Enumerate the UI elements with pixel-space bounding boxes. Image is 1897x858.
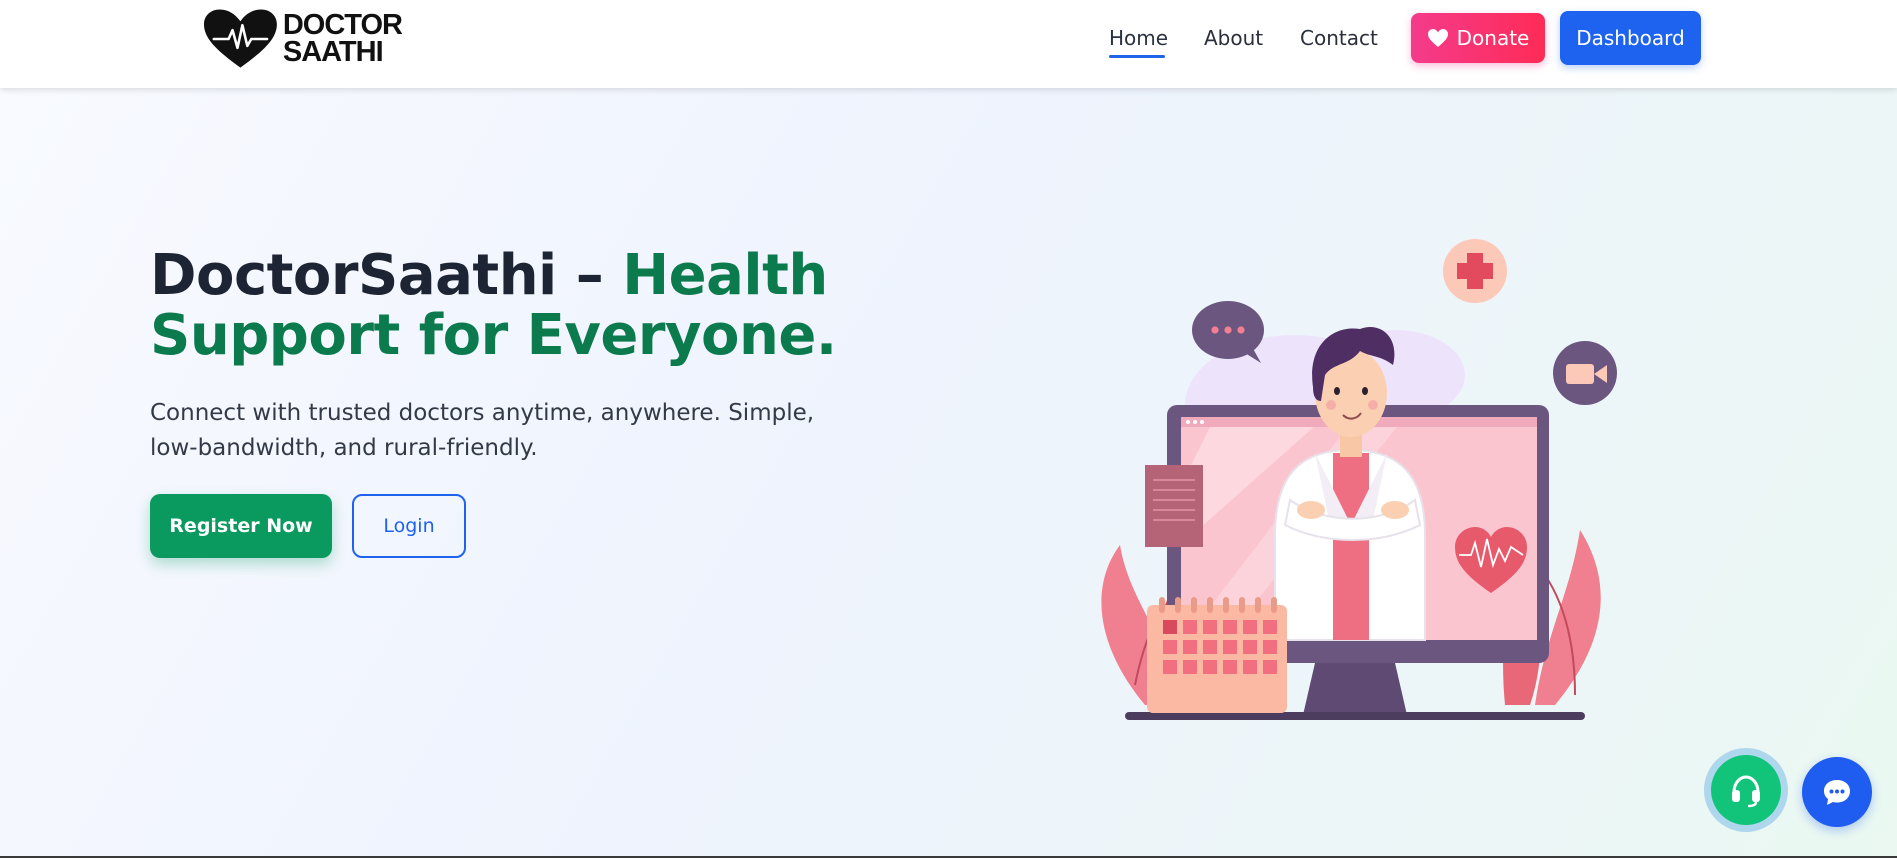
nav-about-link[interactable]: About [1204,26,1263,50]
donate-label: Donate [1456,26,1530,50]
donate-button[interactable]: Donate [1411,13,1545,63]
active-nav-indicator [1109,55,1165,58]
login-button[interactable]: Login [352,494,466,558]
hero-title: DoctorSaathi – Health Support for Everyo… [150,246,910,366]
brand-name: DOCTOR SAATHI [282,9,403,68]
brand-line-2: SAATHI [282,36,384,68]
doctor-telemedicine-illustration [1101,239,1617,720]
login-label: Login [383,515,435,537]
heart-icon [1427,29,1448,47]
logo[interactable]: DOCTOR SAATHI [202,8,403,70]
support-fab-inner [1711,755,1781,825]
nav-contact-link[interactable]: Contact [1300,26,1378,50]
nav-home-link[interactable]: Home [1109,26,1168,50]
register-label: Register Now [169,515,313,537]
heart-pulse-logo-icon [203,9,277,68]
hero-subtitle: Connect with trusted doctors anytime, an… [150,400,815,461]
chat-fab-button[interactable] [1802,757,1872,827]
support-fab-button[interactable] [1704,748,1788,832]
brand-line-1: DOCTOR [282,9,403,41]
register-now-button[interactable]: Register Now [150,494,332,558]
site-header: DOCTOR SAATHI Home About Contact Donate … [0,0,1897,88]
hero-title-prefix: DoctorSaathi – [150,243,623,308]
dashboard-label: Dashboard [1576,26,1685,50]
dashboard-button[interactable]: Dashboard [1560,11,1701,65]
chat-bubble-icon [1824,780,1850,805]
headset-icon [1732,775,1760,808]
